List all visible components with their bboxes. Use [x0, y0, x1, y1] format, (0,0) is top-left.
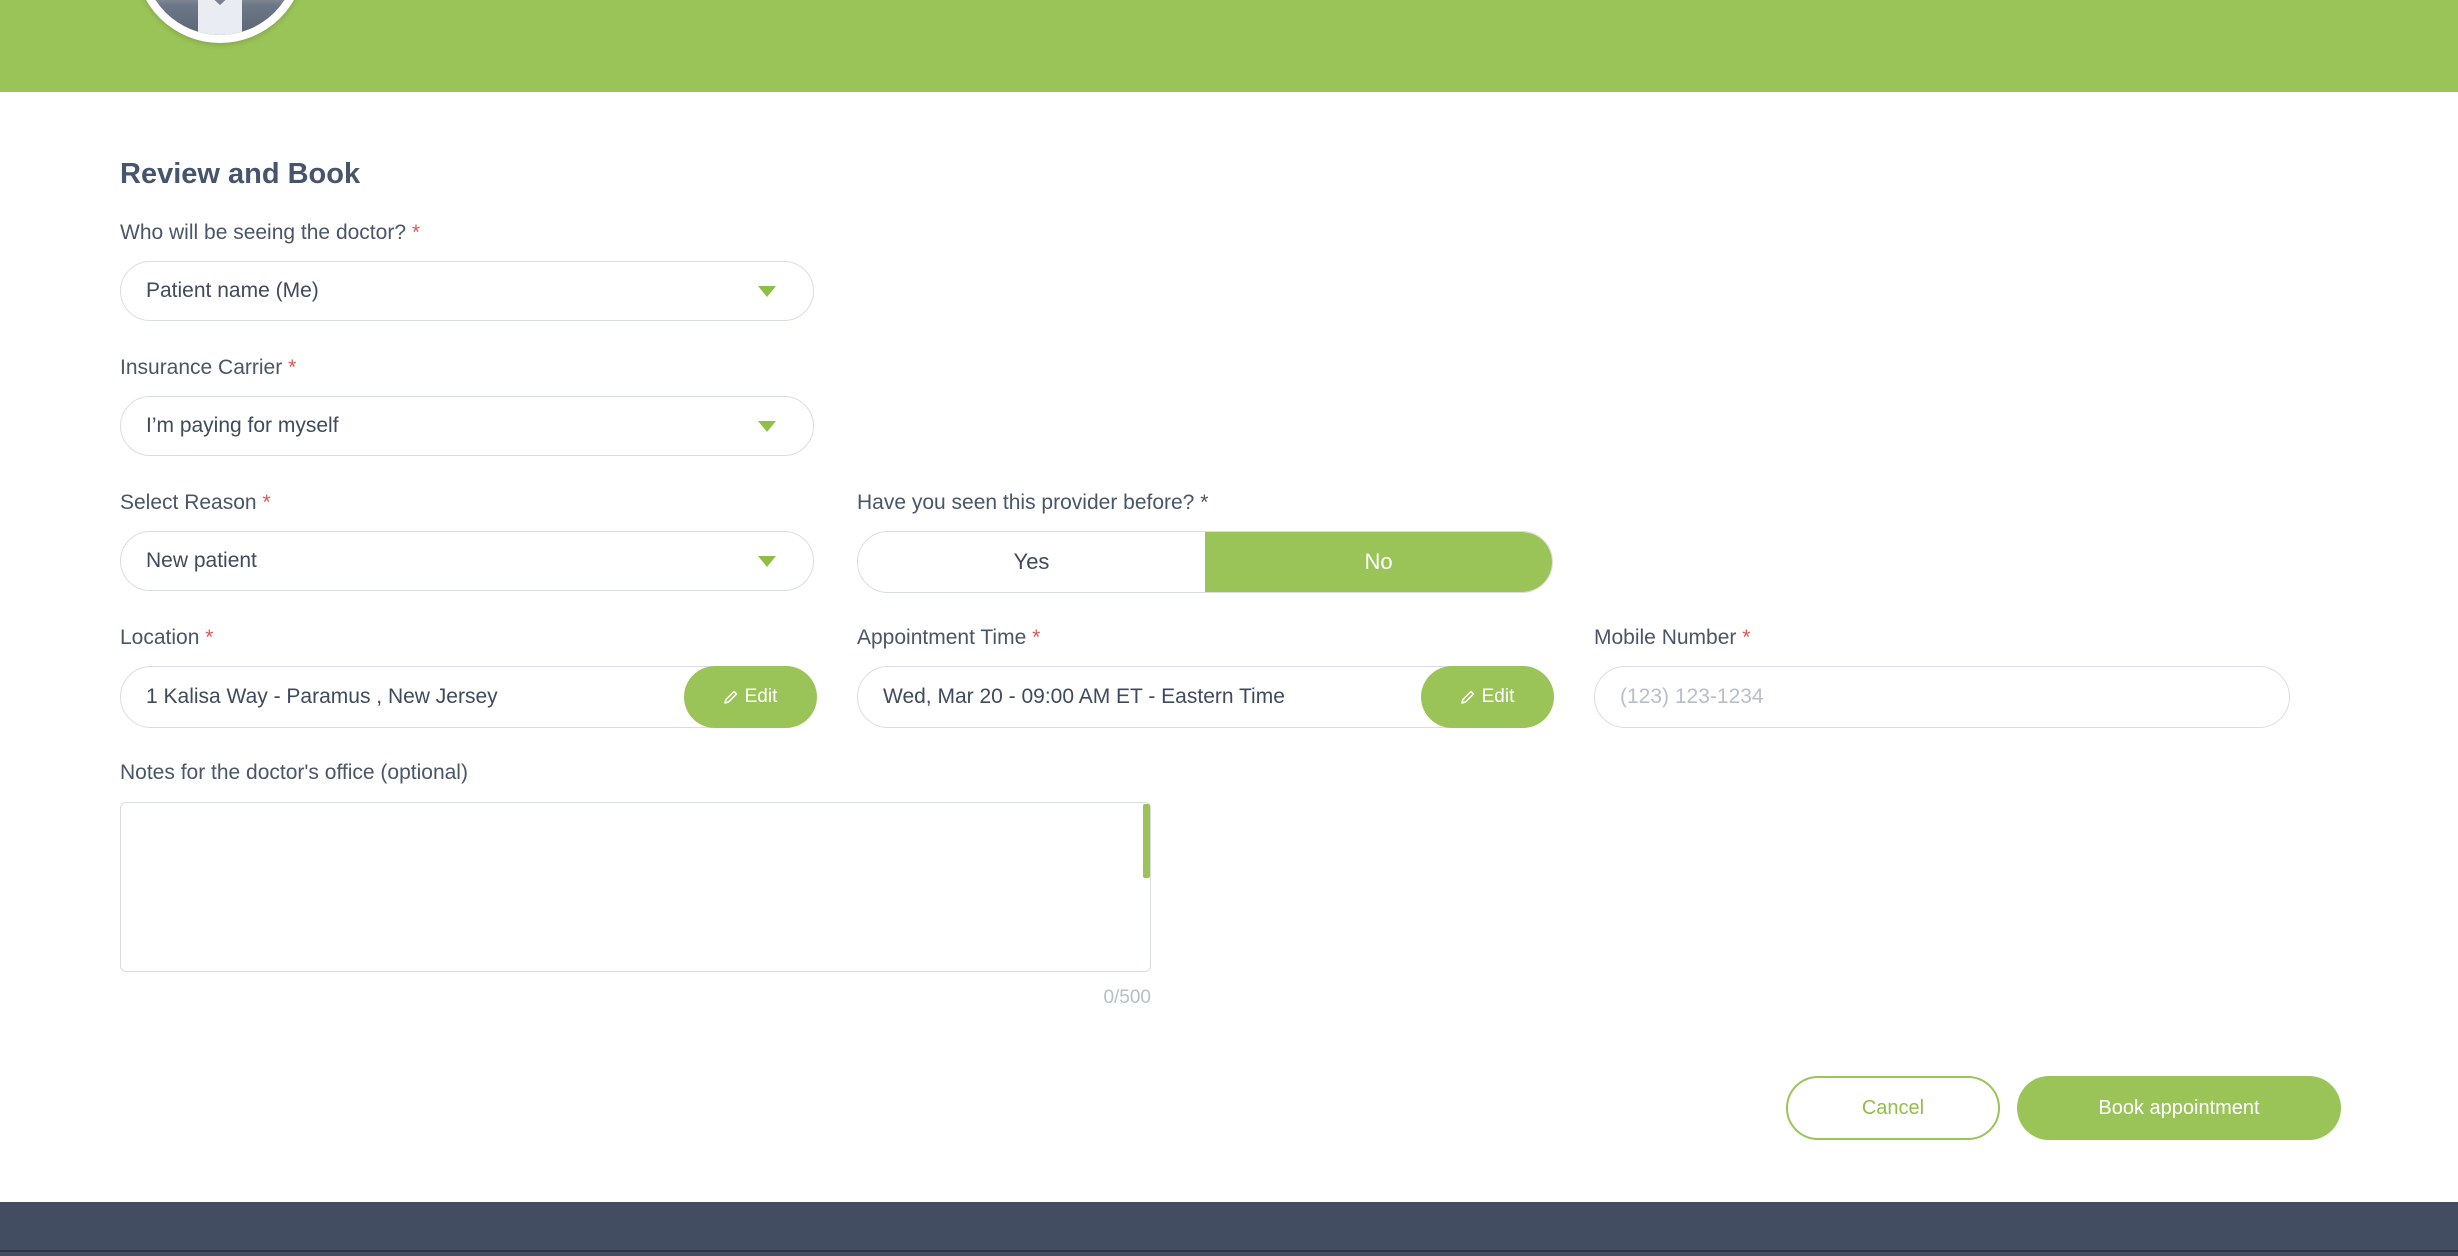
- patient-select-value: Patient name (Me): [146, 279, 319, 302]
- seen-before-no-option[interactable]: No: [1205, 532, 1552, 592]
- doctor-avatar: [135, 0, 305, 43]
- mobile-label: Mobile Number *: [1594, 626, 1750, 650]
- mobile-label-text: Mobile Number: [1594, 626, 1737, 649]
- appointment-time-edit-label: Edit: [1481, 685, 1515, 707]
- reason-required-mark: *: [262, 491, 271, 514]
- location-value: 1 Kalisa Way - Paramus , New Jersey: [146, 685, 498, 708]
- seen-before-label: Have you seen this provider before? *: [857, 491, 1208, 515]
- mobile-required-mark: *: [1742, 626, 1751, 649]
- reason-label: Select Reason *: [120, 491, 271, 515]
- appointment-time-value: Wed, Mar 20 - 09:00 AM ET - Eastern Time: [883, 685, 1285, 708]
- seen-before-yes-option[interactable]: Yes: [858, 532, 1205, 592]
- appointment-time-field: Wed, Mar 20 - 09:00 AM ET - Eastern Time…: [857, 665, 1554, 728]
- patient-required-mark: *: [411, 221, 421, 244]
- patient-select[interactable]: Patient name (Me): [120, 261, 814, 321]
- reason-select[interactable]: New patient: [120, 531, 814, 591]
- location-edit-label: Edit: [744, 685, 778, 707]
- cancel-button[interactable]: Cancel: [1786, 1076, 2000, 1140]
- appointment-time-edit-button[interactable]: Edit: [1420, 665, 1554, 728]
- seen-before-label-text: Have you seen this provider before?: [857, 491, 1195, 514]
- page-footer: [0, 1202, 2458, 1256]
- insurance-select-value: I’m paying for myself: [146, 414, 339, 437]
- reason-label-text: Select Reason: [120, 491, 257, 514]
- location-field: 1 Kalisa Way - Paramus , New Jersey Edit: [120, 665, 817, 728]
- reason-select-value: New patient: [146, 549, 257, 572]
- seen-before-required-mark: *: [1200, 491, 1209, 514]
- doctor-photo: [143, 0, 297, 35]
- insurance-label: Insurance Carrier *: [120, 356, 296, 380]
- mobile-number-input[interactable]: [1594, 666, 2290, 728]
- header-banner: [0, 0, 2458, 92]
- pencil-icon: [1460, 690, 1474, 704]
- insurance-select[interactable]: I’m paying for myself: [120, 396, 814, 456]
- appointment-time-label-text: Appointment Time: [857, 626, 1027, 649]
- caret-down-icon: [758, 286, 776, 297]
- page-title: Review and Book: [120, 158, 361, 190]
- appointment-time-required-mark: *: [1032, 626, 1041, 649]
- pencil-icon: [723, 690, 737, 704]
- book-appointment-button[interactable]: Book appointment: [2017, 1076, 2341, 1140]
- location-label: Location *: [120, 626, 213, 650]
- patient-label-text: Who will be seeing the doctor?: [120, 221, 406, 244]
- seen-before-toggle: Yes No: [857, 531, 1553, 593]
- location-required-mark: *: [205, 626, 214, 649]
- notes-scrollbar[interactable]: [1143, 804, 1150, 878]
- location-label-text: Location: [120, 626, 200, 649]
- patient-label: Who will be seeing the doctor? *: [120, 221, 420, 245]
- footer-divider: [0, 1250, 2458, 1252]
- notes-char-counter: 0/500: [1103, 987, 1151, 1008]
- notes-textarea[interactable]: [120, 802, 1151, 972]
- caret-down-icon: [758, 556, 776, 567]
- insurance-required-mark: *: [288, 356, 297, 379]
- doctor-collar: [198, 0, 242, 35]
- insurance-label-text: Insurance Carrier: [120, 356, 283, 379]
- caret-down-icon: [758, 421, 776, 432]
- notes-label: Notes for the doctor's office (optional): [120, 761, 468, 784]
- location-edit-button[interactable]: Edit: [683, 665, 817, 728]
- appointment-time-label: Appointment Time *: [857, 626, 1040, 650]
